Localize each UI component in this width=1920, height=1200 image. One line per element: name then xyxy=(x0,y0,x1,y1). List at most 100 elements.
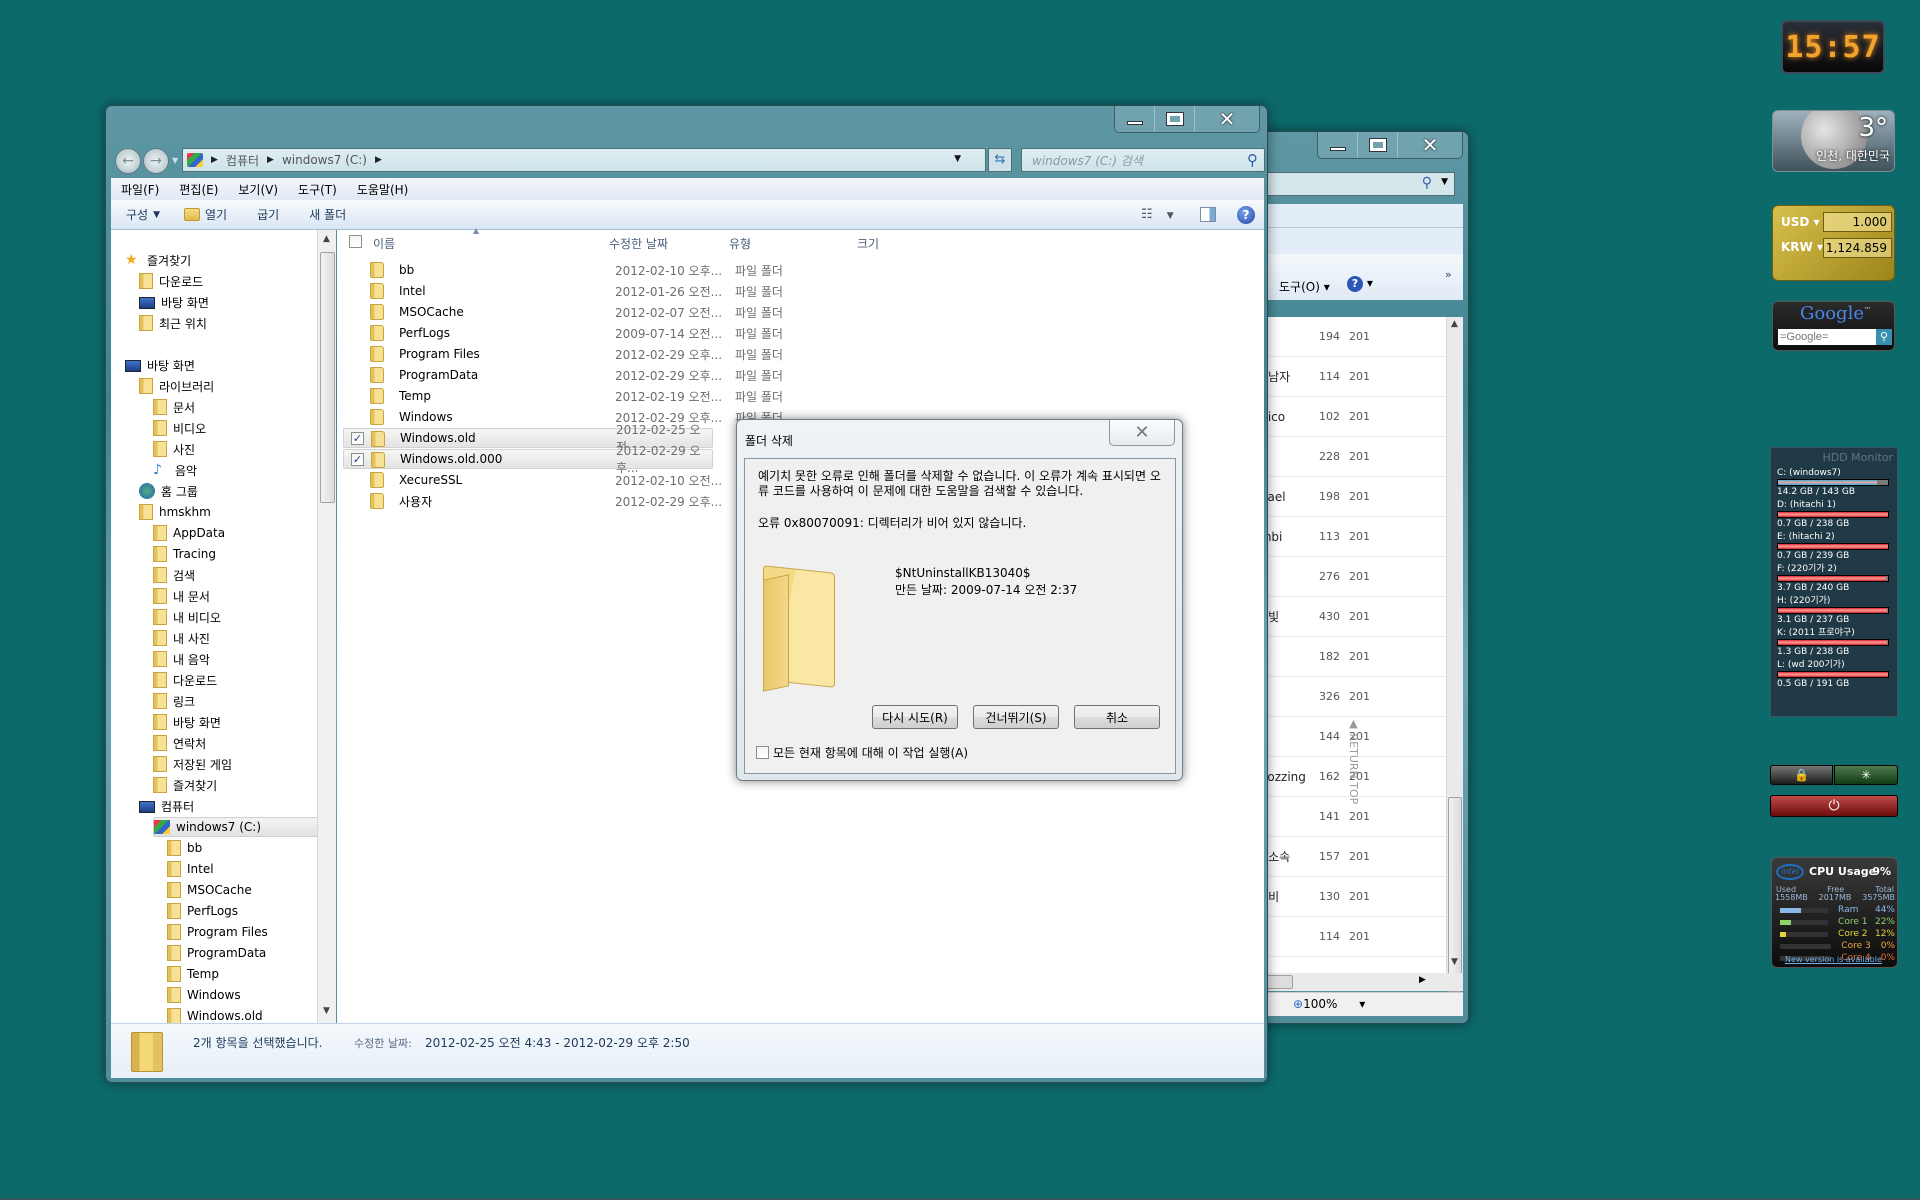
nav-item[interactable]: 컴퓨터 xyxy=(139,796,194,816)
menu-file[interactable]: 파일(F) xyxy=(111,181,169,198)
nav-item[interactable]: 내 사진 xyxy=(153,628,210,648)
apply-to-all-checkbox[interactable] xyxy=(756,746,769,759)
menu-edit[interactable]: 편집(E) xyxy=(169,181,228,198)
nav-item[interactable]: Windows.old xyxy=(167,1006,263,1023)
forward-button[interactable]: → xyxy=(143,148,169,174)
nav-item[interactable]: MSOCache xyxy=(167,880,252,900)
navigation-scrollbar[interactable]: ▲ ▼ xyxy=(317,230,336,1023)
nav-item[interactable]: 다운로드 xyxy=(153,670,217,690)
tools-menu[interactable]: 도구(O) ▾ xyxy=(1279,278,1330,295)
address-bar[interactable]: ▶ 컴퓨터 ▶ windows7 (C:) ▶ ▼ xyxy=(182,148,986,172)
breadcrumb-drive[interactable]: windows7 (C:) xyxy=(282,153,367,167)
nav-item[interactable]: 바탕 화면 xyxy=(139,292,209,312)
refresh-button[interactable]: ⇆ xyxy=(988,148,1012,172)
address-dropdown-icon[interactable]: ▼ xyxy=(954,154,961,164)
return-top-link[interactable]: ▲ RETURN TOP xyxy=(1346,717,1360,827)
help-button[interactable]: ? xyxy=(1237,206,1255,224)
organize-button[interactable]: 구성 ▼ xyxy=(111,206,172,223)
power-button[interactable]: ⏻ xyxy=(1770,795,1898,817)
select-all-checkbox[interactable] xyxy=(349,235,362,248)
scroll-right-icon[interactable]: ▶ xyxy=(1419,975,1426,985)
lock-button[interactable]: 🔒 xyxy=(1770,765,1833,785)
nav-item[interactable]: 사진 xyxy=(153,439,195,459)
skip-button[interactable]: 건너뛰기(S) xyxy=(973,705,1059,729)
nav-item[interactable]: 연락처 xyxy=(153,733,206,753)
nav-item[interactable]: 다운로드 xyxy=(139,271,203,291)
column-size[interactable]: 크기 xyxy=(857,235,879,252)
nav-item[interactable]: 라이브러리 xyxy=(139,376,214,396)
browser-vertical-scrollbar[interactable]: ▲ ▼ xyxy=(1446,317,1463,992)
file-row[interactable]: MSOCache 2012-02-07 오전... 파일 폴더 xyxy=(343,302,903,322)
maximize-button[interactable] xyxy=(1358,132,1398,158)
file-row[interactable]: Intel 2012-01-26 오전... 파일 폴더 xyxy=(343,281,903,301)
menu-view[interactable]: 보기(V) xyxy=(228,181,288,198)
nav-item[interactable]: 내 비디오 xyxy=(153,607,221,627)
scroll-down-icon[interactable]: ▼ xyxy=(323,1006,330,1016)
nav-item[interactable]: 바탕 화면 xyxy=(125,355,195,375)
dialog-close-button[interactable]: ✕ xyxy=(1109,420,1175,446)
burn-button[interactable]: 굽기 xyxy=(239,206,291,223)
nav-item[interactable]: 저장된 게임 xyxy=(153,754,232,774)
file-row[interactable]: ProgramData 2012-02-29 오후... 파일 폴더 xyxy=(343,365,903,385)
row-checkbox[interactable]: ✓ xyxy=(351,453,364,466)
minimize-button[interactable] xyxy=(1115,106,1155,132)
search-dropdown-icon[interactable]: ▼ xyxy=(1441,177,1448,187)
cancel-button[interactable]: 취소 xyxy=(1074,705,1160,729)
column-type[interactable]: 유형 xyxy=(729,235,751,252)
search-icon[interactable]: ⚲ xyxy=(1422,175,1432,191)
minimize-button[interactable] xyxy=(1318,132,1358,158)
nav-item[interactable]: PerfLogs xyxy=(167,901,238,921)
new-version-link[interactable]: New version is available xyxy=(1785,955,1882,964)
sleep-button[interactable]: ✳ xyxy=(1834,765,1898,785)
scroll-up-icon[interactable]: ▲ xyxy=(1451,319,1458,329)
nav-item[interactable]: ♪ 음악 xyxy=(153,460,197,480)
nav-item[interactable]: windows7 (C:) xyxy=(153,817,317,837)
nav-item[interactable]: 최근 위치 xyxy=(139,313,207,333)
currency-from-value[interactable]: 1.000 xyxy=(1823,212,1892,232)
currency-from[interactable]: USD ▾ xyxy=(1781,215,1820,229)
nav-item[interactable]: 즐겨찾기 xyxy=(153,775,217,795)
retry-button[interactable]: 다시 시도(R) xyxy=(872,705,958,729)
change-view-button[interactable]: ☷ ▼ xyxy=(1141,207,1174,222)
recent-pages-dropdown[interactable]: ▼ xyxy=(172,156,178,165)
close-button[interactable]: ✕ xyxy=(1195,106,1259,132)
nav-item[interactable]: Temp xyxy=(167,964,219,984)
nav-item[interactable]: 홈 그룹 xyxy=(139,481,198,501)
currency-to[interactable]: KRW ▾ xyxy=(1781,240,1823,254)
nav-item[interactable]: ProgramData xyxy=(167,943,266,963)
google-search-input[interactable] xyxy=(1778,329,1876,345)
file-row[interactable]: bb 2012-02-10 오후... 파일 폴더 xyxy=(343,260,903,280)
nav-item[interactable]: 링크 xyxy=(153,691,195,711)
scrollbar-thumb[interactable] xyxy=(320,252,335,503)
new-folder-button[interactable]: 새 폴더 xyxy=(291,206,358,223)
column-date[interactable]: 수정한 날짜 xyxy=(609,235,668,252)
nav-item[interactable]: ★ 즐겨찾기 xyxy=(125,250,191,270)
help-menu[interactable]: ? ▾ xyxy=(1347,276,1373,292)
back-button[interactable]: ← xyxy=(115,148,141,174)
nav-item[interactable]: Program Files xyxy=(167,922,268,942)
maximize-button[interactable] xyxy=(1155,106,1195,132)
close-button[interactable]: ✕ xyxy=(1398,132,1462,158)
nav-item[interactable]: 검색 xyxy=(153,565,195,585)
open-button[interactable]: 열기 xyxy=(172,206,239,223)
nav-item[interactable]: AppData xyxy=(153,523,225,543)
row-checkbox[interactable]: ✓ xyxy=(351,432,364,445)
nav-item[interactable]: Intel xyxy=(167,859,214,879)
search-icon[interactable]: ⚲ xyxy=(1247,151,1258,169)
nav-item[interactable]: 바탕 화면 xyxy=(153,712,221,732)
nav-item[interactable]: 내 문서 xyxy=(153,586,210,606)
more-chevron[interactable]: » xyxy=(1445,268,1452,281)
nav-item[interactable]: Tracing xyxy=(153,544,216,564)
weather-gadget[interactable]: 3° 인천, 대한민국 xyxy=(1772,110,1895,172)
nav-item[interactable]: hmskhm xyxy=(139,502,211,522)
search-input[interactable]: windows7 (C:) 검색 ⚲ xyxy=(1021,148,1265,172)
currency-to-value[interactable]: 1,124.859 xyxy=(1823,238,1892,258)
file-row[interactable]: PerfLogs 2009-07-14 오전... 파일 폴더 xyxy=(343,323,903,343)
file-row[interactable]: Temp 2012-02-19 오전... 파일 폴더 xyxy=(343,386,903,406)
nav-item[interactable]: 비디오 xyxy=(153,418,206,438)
file-row[interactable]: ✓ Windows.old.000 2012-02-29 오후... xyxy=(343,444,713,475)
zoom-level[interactable]: ⊕100% ▾ xyxy=(1293,997,1365,1011)
breadcrumb-computer[interactable]: 컴퓨터 xyxy=(226,152,259,169)
nav-item[interactable]: 문서 xyxy=(153,397,195,417)
preview-pane-button[interactable] xyxy=(1200,207,1216,222)
